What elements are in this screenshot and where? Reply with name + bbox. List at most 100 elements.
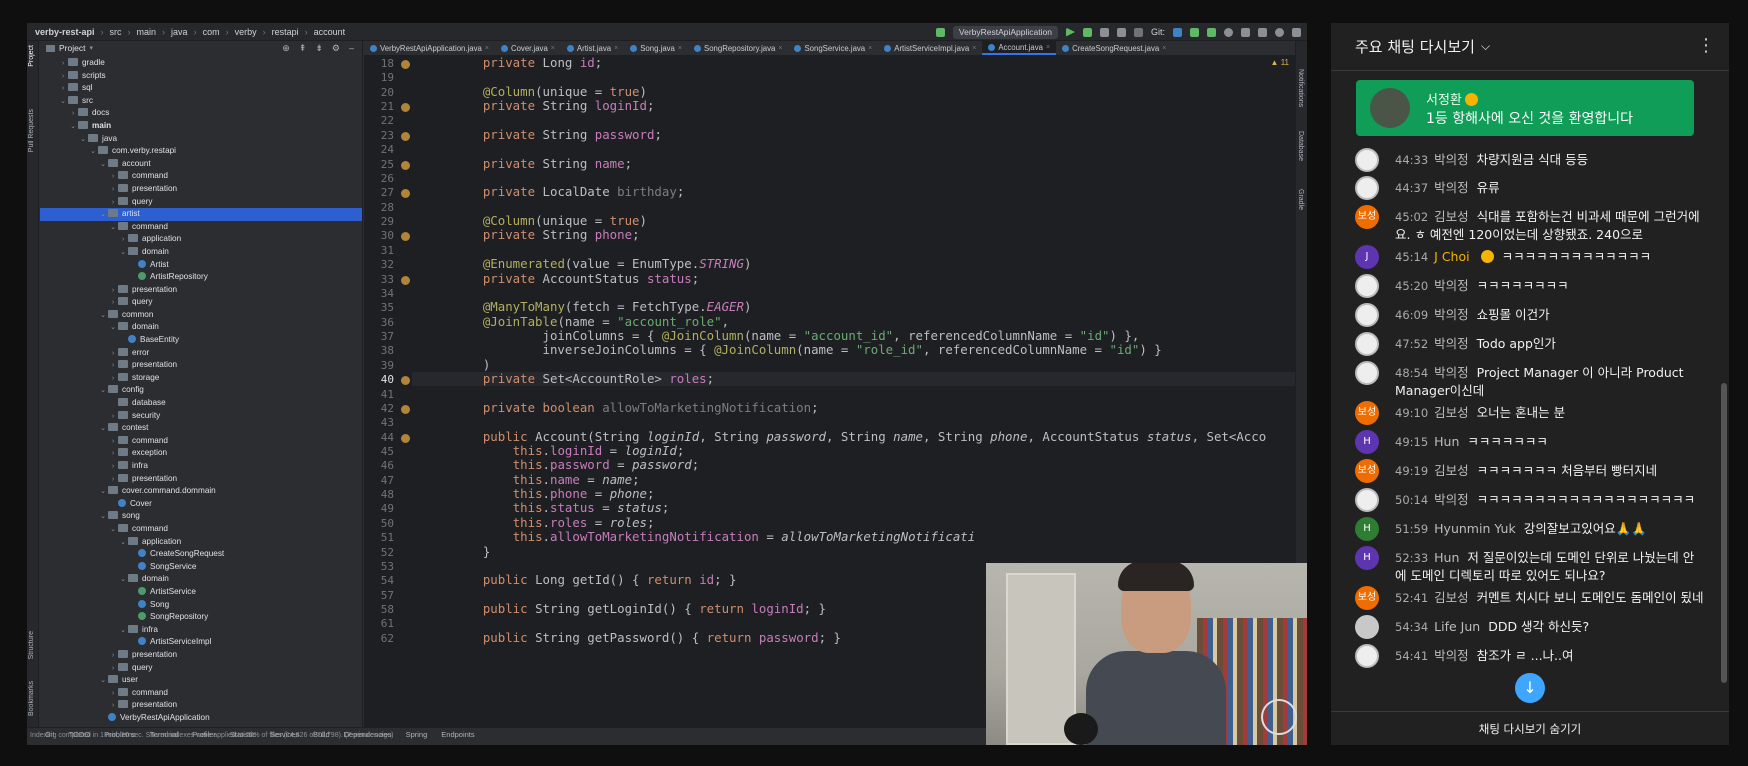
tree-item[interactable]: ⌄ domain — [40, 246, 362, 259]
close-icon[interactable]: × — [678, 45, 682, 52]
code-line[interactable]: this.name = name; — [412, 472, 1295, 487]
project-panel-title[interactable]: Project — [59, 43, 85, 53]
chevron-down-icon[interactable]: ▾ — [89, 44, 93, 52]
tree-item[interactable]: VerbyRestApiApplication — [40, 712, 362, 725]
breadcrumb-item[interactable]: restapi — [272, 27, 299, 37]
chat-message[interactable]: 50:14 박의정 ㅋㅋㅋㅋㅋㅋㅋㅋㅋㅋㅋㅋㅋㅋㅋㅋㅋㅋㅋ — [1355, 488, 1705, 512]
warning-count[interactable]: ▲ 11 — [1271, 58, 1289, 67]
message-author[interactable]: 김보성 — [1434, 463, 1469, 478]
run-icon[interactable] — [1065, 27, 1075, 37]
tree-item[interactable]: › presentation — [40, 649, 362, 662]
more-options-icon[interactable]: ⋮ — [1697, 35, 1715, 56]
git-commit-icon[interactable] — [1190, 27, 1199, 37]
avatar[interactable]: 보성 — [1355, 401, 1379, 425]
avatar[interactable] — [1355, 303, 1379, 327]
tree-item[interactable]: ⌄ common — [40, 309, 362, 322]
tree-item[interactable]: SongRepository — [40, 611, 362, 624]
tree-item[interactable]: ArtistServiceImpl — [40, 636, 362, 649]
tree-item[interactable]: ⌄ account — [40, 158, 362, 171]
code-line[interactable]: this.status = status; — [412, 501, 1295, 516]
editor-tab[interactable]: Artist.java × — [561, 41, 624, 55]
close-icon[interactable]: × — [614, 45, 618, 52]
tree-item[interactable]: ⌄ user — [40, 674, 362, 687]
close-icon[interactable]: × — [1046, 44, 1050, 51]
close-icon[interactable]: × — [1162, 45, 1166, 52]
tree-item[interactable]: ⌄ main — [40, 120, 362, 133]
avatar[interactable] — [1355, 488, 1379, 512]
code-line[interactable]: @ManyToMany(fetch = FetchType.EAGER) — [412, 299, 1295, 314]
tree-item[interactable]: Cover — [40, 498, 362, 511]
chat-title[interactable]: 주요 채팅 다시보기 — [1355, 36, 1475, 57]
message-author[interactable]: 김보성 — [1434, 209, 1469, 224]
code-line[interactable] — [412, 142, 1295, 156]
gradle-tool-tab[interactable]: Gradle — [1297, 189, 1304, 210]
code-line[interactable]: private Long id; — [412, 56, 1295, 70]
breadcrumb-item[interactable]: verby-rest-api — [35, 27, 95, 37]
message-author[interactable]: 박의정 — [1434, 180, 1469, 195]
hide-icon[interactable]: – — [349, 43, 354, 54]
code-line[interactable]: this.password = password; — [412, 457, 1295, 472]
bean-gutter-icon[interactable] — [401, 131, 410, 141]
tree-item[interactable]: › exception — [40, 447, 362, 460]
scroll-down-button[interactable]: ↓ — [1515, 673, 1545, 703]
breadcrumb-item[interactable]: main — [137, 27, 157, 37]
avatar[interactable] — [1355, 148, 1379, 172]
code-line[interactable]: this.allowToMarketingNotification = allo… — [412, 529, 1295, 544]
tree-item[interactable]: ⌄ artist — [40, 208, 362, 221]
tree-item[interactable]: Song — [40, 599, 362, 612]
editor-tab[interactable]: Account.java × — [982, 41, 1057, 55]
bean-gutter-icon[interactable] — [401, 433, 410, 443]
tree-item[interactable]: ⌄ domain — [40, 321, 362, 334]
message-author[interactable]: 박의정 — [1434, 152, 1469, 167]
git-update-icon[interactable] — [1173, 27, 1182, 37]
avatar[interactable] — [1355, 176, 1379, 200]
chat-message[interactable]: 보성 52:41 김보성 커멘트 치시다 보니 도메인도 돔메인이 됬네 — [1355, 586, 1705, 610]
chat-message[interactable]: H 49:15 Hun ㅋㅋㅋㅋㅋㅋㅋ — [1355, 430, 1705, 454]
structure-tool-tab[interactable]: Structure — [28, 631, 35, 659]
avatar[interactable] — [1355, 274, 1379, 298]
tree-item[interactable]: › infra — [40, 460, 362, 473]
code-line[interactable]: private boolean allowToMarketingNotifica… — [412, 400, 1295, 415]
chat-message[interactable]: 47:52 박의정 Todo app인가 — [1355, 332, 1705, 356]
tree-item[interactable]: › presentation — [40, 473, 362, 486]
message-author[interactable]: 박의정 — [1434, 648, 1469, 663]
tree-item[interactable]: ⌄ song — [40, 510, 362, 523]
code-line[interactable] — [412, 113, 1295, 127]
message-author[interactable]: 김보성 — [1434, 405, 1469, 420]
breadcrumb-item[interactable]: com — [203, 27, 220, 37]
avatar[interactable] — [1355, 361, 1379, 385]
gear-icon[interactable] — [1275, 27, 1284, 37]
git-push-icon[interactable] — [1207, 27, 1216, 37]
locate-icon[interactable]: ⊕ — [282, 43, 290, 54]
tree-item[interactable]: ⌄ cover.command.dommain — [40, 485, 362, 498]
message-author[interactable]: 박의정 — [1434, 278, 1469, 293]
chat-header[interactable]: 주요 채팅 다시보기 ⌵ ⋮ — [1331, 23, 1729, 71]
bean-gutter-icon[interactable] — [401, 160, 410, 170]
message-author[interactable]: J Choi — [1434, 249, 1469, 264]
tree-item[interactable]: SongService — [40, 561, 362, 574]
tree-item[interactable]: › security — [40, 410, 362, 423]
tree-item[interactable]: › command — [40, 170, 362, 183]
history-icon[interactable] — [1224, 27, 1233, 37]
tree-item[interactable]: › gradle — [40, 57, 362, 70]
expand-all-icon[interactable]: ⇟ — [315, 43, 323, 54]
settings-icon[interactable]: ⚙ — [332, 43, 340, 54]
tree-item[interactable]: ⌄ application — [40, 536, 362, 549]
code-line[interactable]: private String password; — [412, 127, 1295, 142]
tree-item[interactable]: ⌄ contest — [40, 422, 362, 435]
bean-gutter-icon[interactable] — [401, 232, 410, 242]
breadcrumb-item[interactable]: src — [110, 27, 122, 37]
close-icon[interactable]: × — [972, 45, 976, 52]
tree-item[interactable]: ⌄ com.verby.restapi — [40, 145, 362, 158]
code-line[interactable]: private AccountStatus status; — [412, 271, 1295, 286]
avatar[interactable]: 보성 — [1355, 459, 1379, 483]
tree-item[interactable]: database — [40, 397, 362, 410]
tree-item[interactable]: ⌄ command — [40, 221, 362, 234]
chat-scrollbar[interactable] — [1721, 383, 1727, 683]
editor-tab[interactable]: SongService.java × — [788, 41, 878, 55]
editor-tab[interactable]: ArtistServiceImpl.java × — [878, 41, 982, 55]
hammer-icon[interactable] — [935, 27, 945, 37]
project-tool-tab[interactable]: Project — [28, 45, 35, 67]
tree-item[interactable]: › query — [40, 196, 362, 209]
code-line[interactable]: private String loginId; — [412, 98, 1295, 113]
